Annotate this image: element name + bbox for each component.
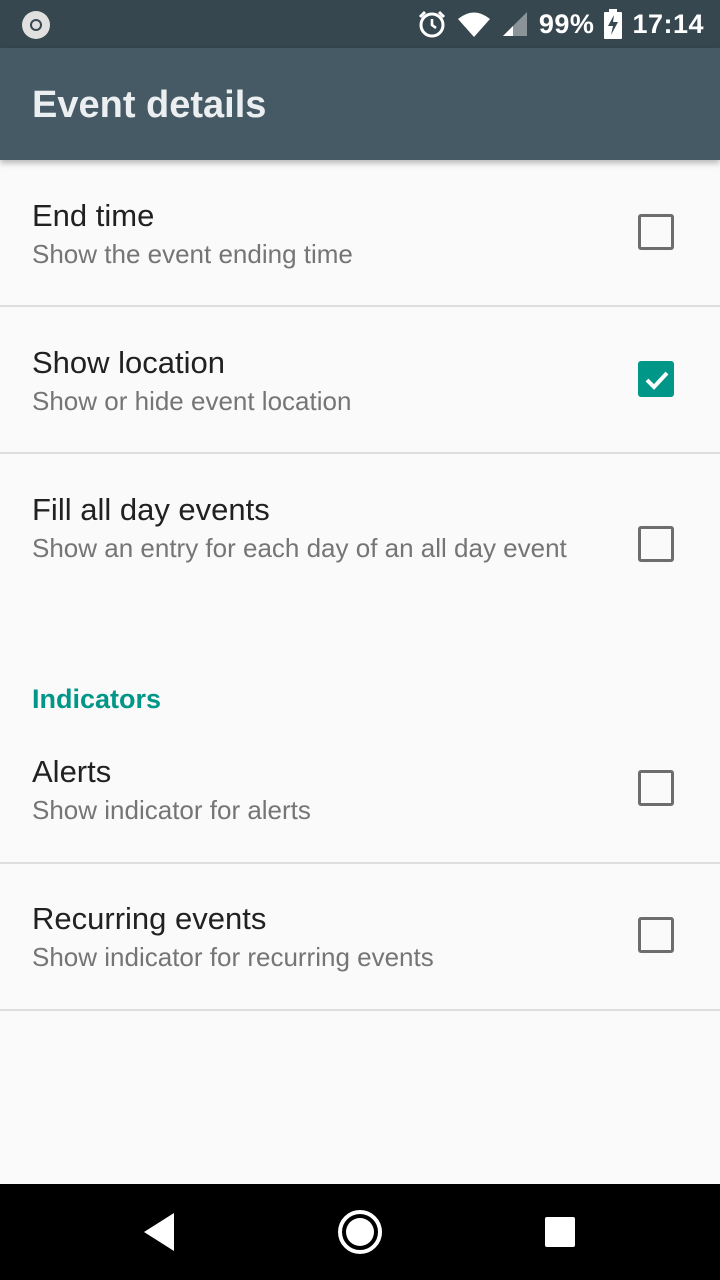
alerts-checkbox[interactable] bbox=[638, 770, 674, 806]
alarm-icon bbox=[417, 9, 447, 39]
clock: 17:14 bbox=[632, 8, 704, 39]
section-title: Indicators bbox=[32, 684, 162, 714]
pref-recurring-events[interactable]: Recurring events Show indicator for recu… bbox=[0, 864, 720, 1011]
signal-icon bbox=[501, 10, 529, 38]
wifi-icon bbox=[457, 10, 491, 38]
preference-list: End time Show the event ending time Show… bbox=[0, 160, 720, 1011]
show-location-checkbox[interactable] bbox=[638, 361, 674, 397]
pref-summary: Show indicator for alerts bbox=[32, 795, 311, 825]
status-bar: 99% 17:14 bbox=[0, 0, 720, 48]
end-time-checkbox[interactable] bbox=[638, 214, 674, 250]
pref-title: Recurring events bbox=[32, 901, 267, 936]
pref-title: Alerts bbox=[32, 754, 112, 789]
status-icons: 99% 17:14 bbox=[417, 0, 704, 48]
pref-summary: Show indicator for recurring events bbox=[32, 942, 434, 972]
back-icon bbox=[144, 1213, 174, 1251]
app-bar: Event details bbox=[0, 48, 720, 160]
home-button[interactable] bbox=[312, 1184, 408, 1280]
pref-alerts[interactable]: Alerts Show indicator for alerts bbox=[0, 718, 720, 864]
recurring-events-checkbox[interactable] bbox=[638, 917, 674, 953]
navigation-bar bbox=[0, 1184, 720, 1280]
pref-summary: Show or hide event location bbox=[32, 386, 352, 416]
back-button[interactable] bbox=[112, 1184, 208, 1280]
pref-summary: Show the event ending time bbox=[32, 239, 353, 269]
home-icon bbox=[338, 1210, 382, 1254]
recents-icon bbox=[545, 1217, 575, 1247]
battery-charging-icon bbox=[604, 9, 623, 39]
notification-dot-icon bbox=[22, 11, 50, 39]
pref-show-location[interactable]: Show location Show or hide event locatio… bbox=[0, 307, 720, 454]
screen: 99% 17:14 Event details End time Show th… bbox=[0, 0, 720, 1280]
pref-title: End time bbox=[32, 198, 155, 233]
section-header-indicators: Indicators bbox=[0, 614, 720, 718]
page-title: Event details bbox=[32, 84, 267, 126]
battery-percent: 99% bbox=[538, 8, 595, 39]
fill-all-day-checkbox[interactable] bbox=[638, 526, 674, 562]
pref-title: Fill all day events bbox=[32, 492, 270, 527]
pref-end-time[interactable]: End time Show the event ending time bbox=[0, 160, 720, 307]
pref-summary: Show an entry for each day of an all day… bbox=[32, 533, 567, 563]
pref-title: Show location bbox=[32, 345, 226, 380]
checkmark-icon bbox=[645, 371, 669, 390]
pref-fill-all-day[interactable]: Fill all day events Show an entry for ea… bbox=[0, 454, 720, 614]
recents-button[interactable] bbox=[512, 1184, 608, 1280]
